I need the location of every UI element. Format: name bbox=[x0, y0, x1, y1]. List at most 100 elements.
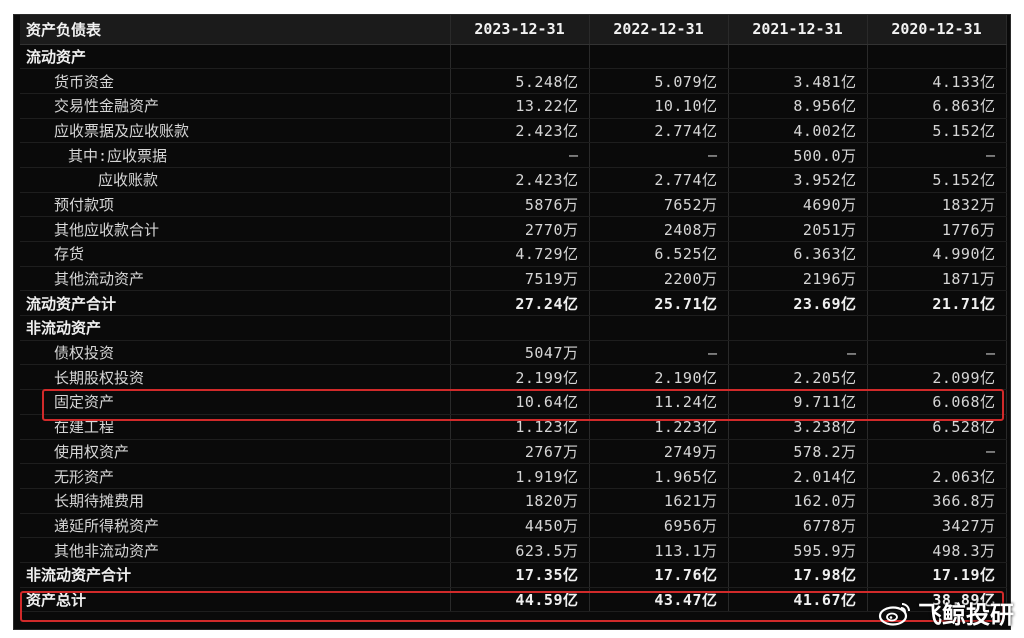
value-cell: 6778万 bbox=[728, 513, 868, 539]
table-row[interactable]: 无形资产 1.919亿 1.965亿 2.014亿 2.063亿 bbox=[20, 463, 1007, 489]
value-cell: 2.774亿 bbox=[589, 118, 729, 144]
value-cell: 1832万 bbox=[867, 192, 1007, 218]
value-cell: 8.956亿 bbox=[728, 93, 868, 119]
row-label: 货币资金 bbox=[20, 68, 451, 94]
value-cell: 11.24亿 bbox=[589, 389, 729, 415]
value-cell: 2.199亿 bbox=[450, 364, 590, 391]
value-cell: 17.35亿 bbox=[450, 562, 590, 588]
table-row[interactable]: 长期待摊费用 1820万 1621万 162.0万 366.8万 bbox=[20, 488, 1007, 514]
table-row[interactable]: 流动资产合计 27.24亿 25.71亿 23.69亿 21.71亿 bbox=[20, 290, 1007, 317]
table-row[interactable]: 资产总计 44.59亿 43.47亿 41.67亿 38.89亿 bbox=[20, 587, 1007, 613]
period-header[interactable]: 2022-12-31 bbox=[589, 15, 729, 45]
value-cell: 1.919亿 bbox=[450, 463, 590, 489]
value-cell: 4.729亿 bbox=[450, 241, 590, 267]
row-label: 其他应收款合计 bbox=[20, 216, 451, 242]
value-cell: — bbox=[867, 142, 1007, 168]
table-row[interactable]: 货币资金 5.248亿 5.079亿 3.481亿 4.133亿 bbox=[20, 68, 1007, 94]
value-cell bbox=[589, 44, 729, 70]
table-row[interactable]: 固定资产 10.64亿 11.24亿 9.711亿 6.068亿 bbox=[20, 389, 1007, 415]
value-cell: 366.8万 bbox=[867, 488, 1007, 514]
table-row[interactable]: 非流动资产 bbox=[20, 315, 1007, 341]
period-header[interactable]: 2021-12-31 bbox=[728, 15, 868, 45]
value-cell: 13.22亿 bbox=[450, 93, 590, 119]
value-cell: 6956万 bbox=[589, 513, 729, 539]
value-cell: 2.423亿 bbox=[450, 118, 590, 144]
value-cell: 4450万 bbox=[450, 513, 590, 539]
table-row[interactable]: 长期股权投资 2.199亿 2.190亿 2.205亿 2.099亿 bbox=[20, 364, 1007, 391]
value-cell: 498.3万 bbox=[867, 537, 1007, 563]
watermark: 飞鲸投研 bbox=[878, 595, 1014, 630]
value-cell: 2.190亿 bbox=[589, 364, 729, 391]
value-cell: — bbox=[867, 340, 1007, 366]
table-row[interactable]: 交易性金融资产 13.22亿 10.10亿 8.956亿 6.863亿 bbox=[20, 93, 1007, 119]
value-cell: 1.223亿 bbox=[589, 414, 729, 440]
value-cell: 6.525亿 bbox=[589, 241, 729, 267]
row-label: 递延所得税资产 bbox=[20, 513, 451, 539]
value-cell: 43.47亿 bbox=[589, 587, 729, 613]
table-row[interactable]: 其他应收款合计 2770万 2408万 2051万 1776万 bbox=[20, 216, 1007, 242]
value-cell: 2.063亿 bbox=[867, 463, 1007, 489]
value-cell: 5.079亿 bbox=[589, 68, 729, 94]
table-row[interactable]: 预付款项 5876万 7652万 4690万 1832万 bbox=[20, 192, 1007, 218]
table-row[interactable]: 应收票据及应收账款 2.423亿 2.774亿 4.002亿 5.152亿 bbox=[20, 118, 1007, 144]
value-cell: 2196万 bbox=[728, 266, 868, 292]
value-cell bbox=[589, 315, 729, 341]
table-title: 资产负债表 bbox=[20, 15, 451, 45]
value-cell: 1820万 bbox=[450, 488, 590, 514]
table-row[interactable]: 流动资产 bbox=[20, 44, 1007, 70]
row-label: 流动资产合计 bbox=[20, 290, 451, 317]
value-cell: 3427万 bbox=[867, 513, 1007, 539]
value-cell: 2051万 bbox=[728, 216, 868, 242]
row-label: 存货 bbox=[20, 241, 451, 267]
value-cell: 4.002亿 bbox=[728, 118, 868, 144]
row-label: 其中:应收票据 bbox=[20, 142, 451, 168]
value-cell: 2200万 bbox=[589, 266, 729, 292]
value-cell: 23.69亿 bbox=[728, 290, 868, 317]
table-row[interactable]: 使用权资产 2767万 2749万 578.2万 — bbox=[20, 439, 1007, 465]
value-cell: 5876万 bbox=[450, 192, 590, 218]
value-cell: 2.014亿 bbox=[728, 463, 868, 489]
row-label: 资产总计 bbox=[20, 587, 451, 613]
value-cell: — bbox=[867, 439, 1007, 465]
weibo-logo-icon bbox=[878, 602, 910, 626]
value-cell: 1621万 bbox=[589, 488, 729, 514]
value-cell: 27.24亿 bbox=[450, 290, 590, 317]
table-row[interactable]: 债权投资 5047万 — — — bbox=[20, 340, 1007, 366]
value-cell: 6.363亿 bbox=[728, 241, 868, 267]
table-row[interactable]: 应收账款 2.423亿 2.774亿 3.952亿 5.152亿 bbox=[20, 167, 1007, 193]
table-row[interactable]: 递延所得税资产 4450万 6956万 6778万 3427万 bbox=[20, 513, 1007, 539]
row-label: 债权投资 bbox=[20, 340, 451, 366]
row-label: 非流动资产合计 bbox=[20, 562, 451, 588]
value-cell: 25.71亿 bbox=[589, 290, 729, 317]
row-label: 流动资产 bbox=[20, 44, 451, 70]
value-cell: 17.19亿 bbox=[867, 562, 1007, 588]
value-cell bbox=[728, 44, 868, 70]
value-cell: — bbox=[589, 142, 729, 168]
value-cell: — bbox=[450, 142, 590, 168]
table-row[interactable]: 在建工程 1.123亿 1.223亿 3.238亿 6.528亿 bbox=[20, 414, 1007, 440]
table-row[interactable]: 其中:应收票据 — —500.0万 — bbox=[20, 142, 1007, 168]
row-label: 固定资产 bbox=[20, 389, 451, 415]
period-header[interactable]: 2020-12-31 bbox=[867, 15, 1007, 45]
value-cell: 162.0万 bbox=[728, 488, 868, 514]
value-cell: 17.98亿 bbox=[728, 562, 868, 588]
period-header[interactable]: 2023-12-31 bbox=[450, 15, 590, 45]
table-row[interactable]: 存货 4.729亿 6.525亿 6.363亿 4.990亿 bbox=[20, 241, 1007, 267]
value-cell: 6.068亿 bbox=[867, 389, 1007, 415]
row-label: 其他流动资产 bbox=[20, 266, 451, 292]
table-row[interactable]: 其他流动资产 7519万 2200万 2196万 1871万 bbox=[20, 266, 1007, 292]
value-cell: 7652万 bbox=[589, 192, 729, 218]
row-label: 长期待摊费用 bbox=[20, 488, 451, 514]
value-cell bbox=[867, 315, 1007, 341]
value-cell: 1.123亿 bbox=[450, 414, 590, 440]
table-row[interactable]: 非流动资产合计 17.35亿 17.76亿 17.98亿 17.19亿 bbox=[20, 562, 1007, 588]
value-cell: 5.152亿 bbox=[867, 167, 1007, 193]
value-cell: 3.952亿 bbox=[728, 167, 868, 193]
table-row[interactable]: 其他非流动资产 623.5万 113.1万 595.9万 498.3万 bbox=[20, 537, 1007, 563]
value-cell bbox=[728, 315, 868, 341]
value-cell: 17.76亿 bbox=[589, 562, 729, 588]
row-label: 应收票据及应收账款 bbox=[20, 118, 451, 144]
row-label: 无形资产 bbox=[20, 463, 451, 489]
value-cell: 2408万 bbox=[589, 216, 729, 242]
value-cell: 595.9万 bbox=[728, 537, 868, 563]
